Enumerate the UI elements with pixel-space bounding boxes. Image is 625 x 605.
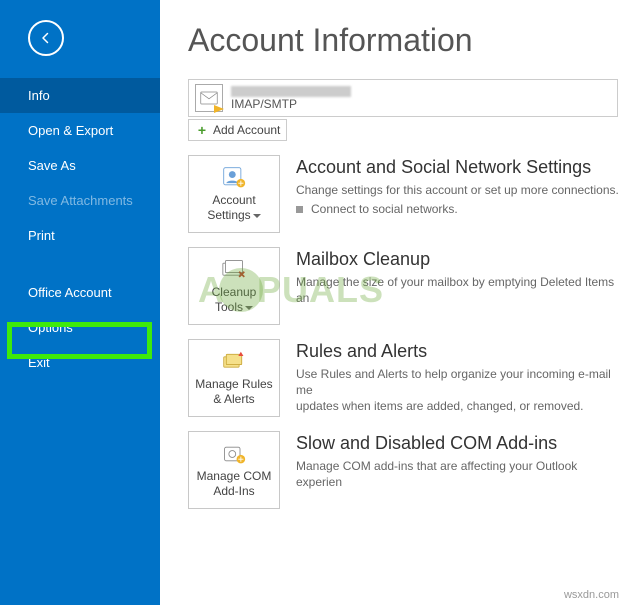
cleanup-icon [220, 258, 248, 282]
account-settings-icon [220, 166, 248, 190]
nav-office-account[interactable]: Office Account [0, 275, 160, 310]
nav-label: Save As [28, 158, 76, 173]
attribution-text: wsxdn.com [564, 589, 619, 601]
page-title: Account Information [188, 22, 625, 59]
cleanup-tools-tile[interactable]: Cleanup Tools [188, 247, 280, 325]
add-account-button[interactable]: + Add Account [188, 119, 287, 141]
section-title-social: Account and Social Network Settings [296, 157, 619, 178]
nav-label: Exit [28, 355, 50, 370]
dropdown-caret-icon [253, 214, 261, 218]
com-addins-icon [220, 442, 248, 466]
tile-line1: Cleanup [212, 286, 257, 299]
nav-label: Save Attachments [28, 193, 133, 208]
section-desc-rules-1: Use Rules and Alerts to help organize yo… [296, 366, 625, 398]
tile-line1: Manage Rules [195, 378, 272, 391]
section-title-cleanup: Mailbox Cleanup [296, 249, 625, 270]
tile-line1: Manage COM [197, 470, 272, 483]
nav-save-as[interactable]: Save As [0, 148, 160, 183]
nav-save-attachments: Save Attachments [0, 183, 160, 218]
account-type: IMAP/SMTP [231, 97, 351, 111]
nav-label: Print [28, 228, 55, 243]
account-selector[interactable]: IMAP/SMTP [188, 79, 618, 117]
tile-line2: Tools [215, 301, 243, 314]
tile-line2: & Alerts [213, 393, 254, 406]
rules-icon [220, 350, 248, 374]
tile-line2: Add-Ins [213, 485, 254, 498]
section-title-rules: Rules and Alerts [296, 341, 625, 362]
nav-label: Open & Export [28, 123, 113, 138]
dropdown-caret-icon [245, 306, 253, 310]
plus-icon: + [195, 123, 209, 137]
section-desc-rules-2: updates when items are added, changed, o… [296, 398, 625, 414]
nav-label: Office Account [28, 285, 112, 300]
manage-rules-tile[interactable]: Manage Rules & Alerts [188, 339, 280, 417]
tile-line1: Account [212, 194, 255, 207]
mail-account-icon [195, 84, 223, 112]
section-title-com: Slow and Disabled COM Add-ins [296, 433, 625, 454]
tile-line2: Settings [207, 209, 250, 222]
account-email-blurred [231, 86, 351, 97]
arrow-left-icon [37, 29, 55, 47]
nav-info[interactable]: Info [0, 78, 160, 113]
nav-label: Options [28, 320, 73, 335]
account-settings-tile[interactable]: Account Settings [188, 155, 280, 233]
nav-exit[interactable]: Exit [0, 345, 160, 380]
bullet-icon [296, 206, 303, 213]
section-desc-social: Change settings for this account or set … [296, 182, 619, 198]
manage-com-addins-tile[interactable]: Manage COM Add-Ins [188, 431, 280, 509]
section-desc-com: Manage COM add-ins that are affecting yo… [296, 458, 625, 490]
nav-options[interactable]: Options [0, 310, 160, 345]
section-desc-cleanup: Manage the size of your mailbox by empty… [296, 274, 625, 306]
nav-print[interactable]: Print [0, 218, 160, 253]
add-account-label: Add Account [213, 123, 280, 137]
nav-label: Info [28, 88, 50, 103]
back-button[interactable] [28, 20, 64, 56]
main-content: Account Information IMAP/SMTP + Add Acco… [160, 0, 625, 605]
nav-open-export[interactable]: Open & Export [0, 113, 160, 148]
file-sidebar: Info Open & Export Save As Save Attachme… [0, 0, 160, 605]
social-bullet: Connect to social networks. [311, 202, 458, 216]
